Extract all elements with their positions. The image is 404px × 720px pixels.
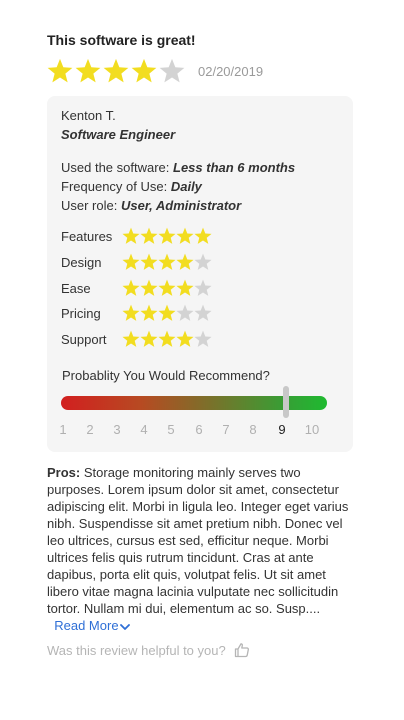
recommend-scale-value: 10 bbox=[304, 422, 320, 437]
read-more-label: Read More bbox=[54, 618, 119, 633]
star-empty-icon bbox=[176, 304, 194, 321]
star-filled-icon bbox=[158, 253, 176, 270]
star-empty-icon bbox=[194, 304, 212, 321]
recommend-scale-value: 7 bbox=[222, 422, 230, 437]
recommend-scale-value: 9 bbox=[278, 422, 286, 437]
star-filled-icon bbox=[122, 330, 140, 347]
helpful-prompt: Was this review helpful to you? bbox=[47, 642, 226, 658]
read-more-link[interactable]: Read More bbox=[47, 618, 131, 633]
star-filled-icon bbox=[122, 227, 140, 244]
rating-stars-pricing bbox=[122, 304, 212, 322]
rating-row-support: Support bbox=[61, 329, 212, 349]
review-title: This software is great! bbox=[47, 32, 196, 48]
star-filled-icon bbox=[75, 58, 101, 83]
star-filled-icon bbox=[176, 330, 194, 347]
star-filled-icon bbox=[176, 227, 194, 244]
rating-label-support: Support bbox=[61, 331, 107, 347]
thumbs-up-button[interactable] bbox=[234, 642, 250, 658]
usage-duration: Used the software: Less than 6 months bbox=[61, 160, 295, 175]
star-filled-icon bbox=[122, 279, 140, 296]
star-empty-icon bbox=[194, 253, 212, 270]
rating-row-ease: Ease bbox=[61, 278, 212, 298]
chevron-down-icon bbox=[119, 623, 130, 630]
star-filled-icon bbox=[140, 227, 158, 244]
rating-label-ease: Ease bbox=[61, 280, 91, 296]
recommend-scale-value: 3 bbox=[113, 422, 121, 437]
rating-row-features: Features bbox=[61, 226, 212, 246]
star-filled-icon bbox=[176, 253, 194, 270]
recommend-scale-value: 5 bbox=[167, 422, 175, 437]
usage-frequency-value: Daily bbox=[170, 179, 202, 194]
rating-stars-ease bbox=[122, 279, 212, 297]
star-filled-icon bbox=[103, 58, 129, 83]
user-role-value: User, Administrator bbox=[120, 198, 242, 213]
review-date: 02/20/2019 bbox=[198, 64, 264, 79]
pros-label: Pros: bbox=[47, 465, 81, 480]
star-filled-icon bbox=[131, 58, 157, 83]
star-filled-icon bbox=[140, 330, 158, 347]
usage-frequency: Frequency of Use: Daily bbox=[61, 179, 202, 194]
recommend-scale-value: 8 bbox=[249, 422, 257, 437]
rating-stars-design bbox=[122, 253, 212, 271]
rating-row-pricing: Pricing bbox=[61, 303, 212, 323]
star-filled-icon bbox=[158, 279, 176, 296]
rating-label-pricing: Pricing bbox=[61, 305, 101, 321]
rating-stars-features bbox=[122, 227, 212, 245]
overall-rating-stars bbox=[47, 57, 187, 85]
star-filled-icon bbox=[122, 304, 140, 321]
user-role-label: User role: bbox=[61, 198, 118, 213]
star-empty-icon bbox=[194, 330, 212, 347]
rating-label-design: Design bbox=[61, 254, 102, 270]
star-empty-icon bbox=[194, 279, 212, 296]
recommend-scale-value: 6 bbox=[195, 422, 203, 437]
thumbs-up-icon bbox=[234, 643, 249, 658]
star-empty-icon bbox=[159, 58, 185, 83]
reviewer-job-title: Software Engineer bbox=[61, 127, 176, 142]
star-filled-icon bbox=[140, 279, 158, 296]
reviewer-name: Kenton T. bbox=[61, 108, 116, 123]
star-filled-icon bbox=[194, 227, 212, 244]
usage-duration-label: Used the software: bbox=[61, 160, 170, 175]
star-filled-icon bbox=[158, 330, 176, 347]
recommend-scale-value: 1 bbox=[59, 422, 67, 437]
usage-frequency-label: Frequency of Use: bbox=[61, 179, 168, 194]
rating-row-design: Design bbox=[61, 252, 212, 272]
recommend-slider-handle bbox=[283, 386, 289, 418]
user-role: User role: User, Administrator bbox=[61, 198, 241, 213]
helpful-prompt-row: Was this review helpful to you? bbox=[47, 642, 250, 658]
star-filled-icon bbox=[140, 304, 158, 321]
star-filled-icon bbox=[140, 253, 158, 270]
star-filled-icon bbox=[47, 58, 73, 83]
star-filled-icon bbox=[176, 279, 194, 296]
pros-section: Pros: Storage monitoring mainly serves t… bbox=[47, 464, 353, 634]
rating-stars-support bbox=[122, 330, 212, 348]
star-filled-icon bbox=[122, 253, 140, 270]
recommend-scale-value: 2 bbox=[86, 422, 94, 437]
review-details-panel: Kenton T. Software Engineer Used the sof… bbox=[47, 96, 353, 452]
rating-label-features: Features bbox=[61, 228, 113, 244]
recommend-label: Probablity You Would Recommend? bbox=[62, 368, 270, 383]
star-filled-icon bbox=[158, 304, 176, 321]
recommend-scale-value: 4 bbox=[140, 422, 148, 437]
pros-text: Storage monitoring mainly serves two pur… bbox=[47, 465, 349, 616]
usage-duration-value: Less than 6 months bbox=[173, 160, 296, 175]
star-filled-icon bbox=[158, 227, 176, 244]
